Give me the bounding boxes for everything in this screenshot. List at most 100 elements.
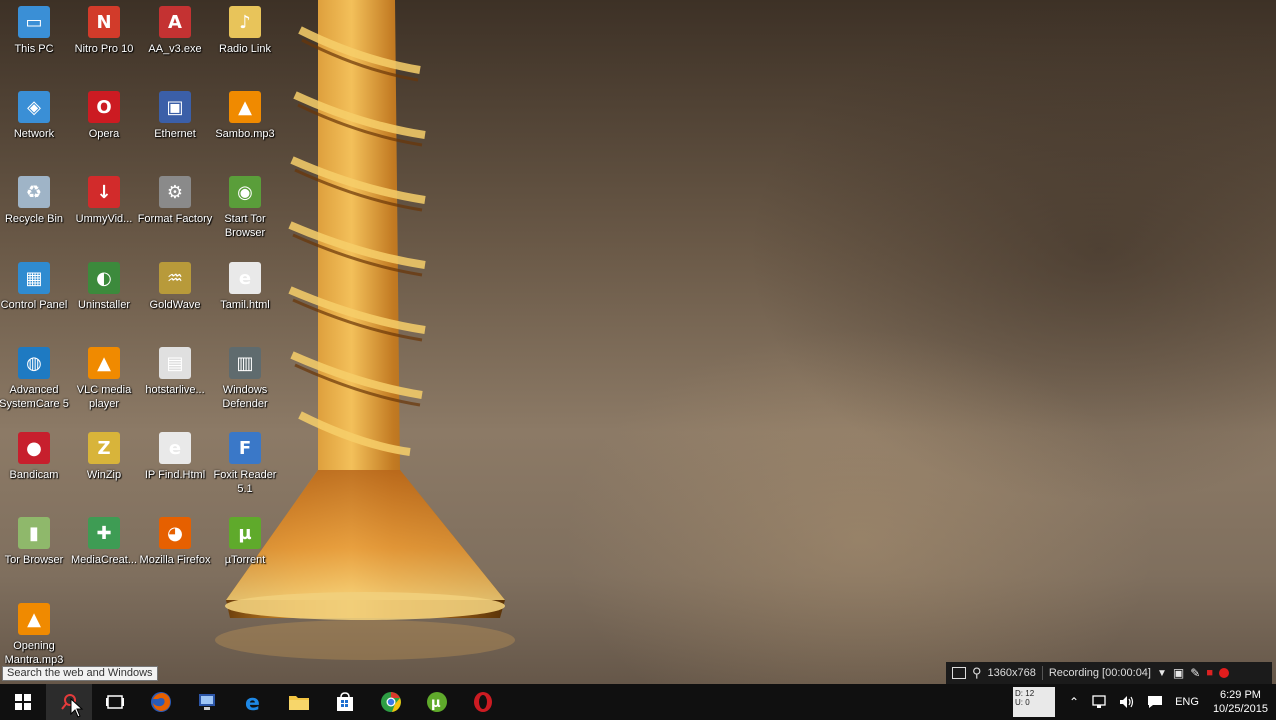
search-tooltip: Search the web and Windows: [2, 666, 158, 681]
desktop-icon-recycle-bin[interactable]: ♻ Recycle Bin: [0, 170, 70, 250]
network-app-icon: [199, 694, 215, 710]
desktop-icon-label: GoldWave: [149, 299, 201, 311]
desktop-icon-nitro-pro[interactable]: N Nitro Pro 10: [68, 0, 140, 80]
opera-icon: [474, 692, 492, 712]
firefox-icon: [151, 692, 171, 712]
desktop-icon-windows-defender[interactable]: ▥ Windows Defender: [209, 341, 281, 421]
desktop-icon-html-file[interactable]: e IP Find.Html: [139, 426, 211, 506]
desktop-icon-foxit-reader[interactable]: F Foxit Reader 5.1: [209, 426, 281, 506]
desktop-icon-ummy-video[interactable]: ↓ UmmyVid...: [68, 170, 140, 250]
clock[interactable]: 6:29 PM 10/25/2015: [1205, 684, 1276, 720]
desktop-icon-ethernet[interactable]: ▣ Ethernet: [139, 85, 211, 165]
desktop-icon-network[interactable]: ◈ Network: [0, 85, 70, 165]
desktop-icon-utorrent[interactable]: µ µTorrent: [209, 511, 281, 591]
this-pc-icon: ▭: [18, 6, 50, 38]
desktop-icon-uninstaller[interactable]: ◐ Uninstaller: [68, 256, 140, 336]
desktop-icon-html-file[interactable]: e Tamil.html: [209, 256, 281, 336]
desktop-icon-winzip[interactable]: Z WinZip: [68, 426, 140, 506]
language-indicator[interactable]: ENG: [1169, 684, 1205, 720]
window-mode-icon[interactable]: [952, 667, 966, 679]
taskbar-chrome[interactable]: [368, 684, 414, 720]
desktop-icon-opera[interactable]: O Opera: [68, 85, 140, 165]
desktop-icon-label: VLC media player: [76, 384, 132, 410]
camera-icon[interactable]: ▣: [1173, 666, 1184, 680]
desktop-icon-vlc[interactable]: ▲ Sambo.mp3: [209, 85, 281, 165]
desktop-icon-vlc[interactable]: ▲ VLC media player: [68, 341, 140, 421]
bandicam-icon: ●: [18, 432, 50, 464]
desktop-icon-tor-browser[interactable]: ◉ Start Tor Browser: [209, 170, 281, 250]
desktop-icon-label: UmmyVid...: [75, 213, 133, 225]
recording-resolution: 1360x768: [987, 667, 1036, 679]
task-view-button[interactable]: [92, 684, 138, 720]
store-icon: [337, 692, 353, 711]
pencil-icon[interactable]: ✎: [1190, 666, 1200, 680]
stop-record-icon[interactable]: [1218, 668, 1229, 678]
utorrent-icon: µ: [427, 692, 447, 712]
html-file-icon: e: [229, 262, 261, 294]
tor-folder-icon: ▮: [18, 517, 50, 549]
goldwave-icon: ♒: [159, 262, 191, 294]
upload-rate: U: 0: [1015, 698, 1030, 707]
start-button[interactable]: [0, 684, 46, 720]
network-tray-button[interactable]: [1085, 684, 1113, 720]
desktop-icon-bandicam[interactable]: ● Bandicam: [0, 426, 70, 506]
taskbar-network-app[interactable]: [184, 684, 230, 720]
desktop-icon-format-factory[interactable]: ⚙ Format Factory: [138, 170, 212, 250]
system-tray: D: 12 U: 0 ⌃ ENG 6:29 PM 10/25/2015: [1013, 684, 1276, 720]
desktop-icon-label: Mozilla Firefox: [139, 554, 211, 566]
desktop-icon-file[interactable]: ▤ hotstarlive...: [139, 341, 211, 421]
network-meter[interactable]: D: 12 U: 0: [1013, 687, 1056, 717]
notification-icon: [1148, 696, 1163, 708]
desktop-icon-label: Radio Link: [219, 43, 271, 55]
desktop-icon-tor-folder[interactable]: ▮ Tor Browser: [0, 511, 70, 591]
ummy-video-icon: ↓: [88, 176, 120, 208]
chevron-down-icon[interactable]: ▼: [1157, 668, 1167, 679]
zoom-icon[interactable]: ⚲: [972, 665, 982, 681]
network-icon: [1092, 695, 1106, 708]
network-icon: ◈: [18, 91, 50, 123]
desktop-icon-label: Tor Browser: [4, 554, 64, 566]
desktop-icon-label: Ethernet: [154, 128, 196, 140]
desktop-icon-label: WinZip: [86, 469, 122, 481]
desktop-icon-ammyy-admin[interactable]: A AA_v3.exe: [139, 0, 211, 80]
divider: [1041, 666, 1043, 680]
recycle-bin-icon: ♻: [18, 176, 50, 208]
search-button[interactable]: [46, 684, 92, 720]
media-creation-tool-icon: ✚: [88, 517, 120, 549]
desktop-icon-label: MediaCreat...: [70, 554, 138, 566]
show-hidden-icons-button[interactable]: ⌃: [1063, 684, 1085, 720]
folder-icon: [289, 696, 309, 710]
desktop-icon-label: Advanced SystemCare 5: [0, 384, 69, 410]
taskbar-store[interactable]: [322, 684, 368, 720]
desktop-icon-label: Bandicam: [9, 469, 59, 481]
tor-browser-icon: ◉: [229, 176, 261, 208]
download-rate: D: 12: [1015, 689, 1035, 698]
taskbar-edge[interactable]: e: [230, 684, 276, 720]
desktop-icon-control-panel[interactable]: ▦ Control Panel: [0, 256, 70, 336]
firefox-icon: ◕: [159, 517, 191, 549]
task-view-icon: [106, 695, 124, 709]
desktop-icon-label: Tamil.html: [220, 299, 270, 311]
svg-text:µ: µ: [431, 696, 441, 711]
desktop-icon-media-creation-tool[interactable]: ✚ MediaCreat...: [68, 511, 140, 591]
desktop-icon-label: AA_v3.exe: [148, 43, 202, 55]
desktop-icon-label: Uninstaller: [78, 299, 130, 311]
desktop-icon-this-pc[interactable]: ▭ This PC: [0, 0, 70, 80]
desktop-icon-goldwave[interactable]: ♒ GoldWave: [139, 256, 211, 336]
speaker-icon: [1120, 696, 1134, 708]
volume-button[interactable]: [1113, 684, 1141, 720]
desktop-icon-firefox[interactable]: ◕ Mozilla Firefox: [139, 511, 211, 591]
svg-text:e: e: [245, 691, 260, 713]
desktop-icon-advanced-systemcare[interactable]: ◍ Advanced SystemCare 5: [0, 341, 70, 421]
action-center-button[interactable]: [1141, 684, 1169, 720]
desktop-icon-radio-link[interactable]: ♪ Radio Link: [209, 0, 281, 80]
foxit-reader-icon: F: [229, 432, 261, 464]
desktop-icon-vlc[interactable]: ▲ Opening Mantra.mp3: [0, 597, 70, 677]
taskbar-file-explorer[interactable]: [276, 684, 322, 720]
desktop-icon-label: This PC: [14, 43, 54, 55]
pause-icon[interactable]: ■: [1206, 667, 1213, 679]
clock-time: 6:29 PM: [1219, 689, 1261, 701]
taskbar-opera[interactable]: [460, 684, 506, 720]
taskbar-firefox[interactable]: [138, 684, 184, 720]
taskbar-utorrent[interactable]: µ: [414, 684, 460, 720]
